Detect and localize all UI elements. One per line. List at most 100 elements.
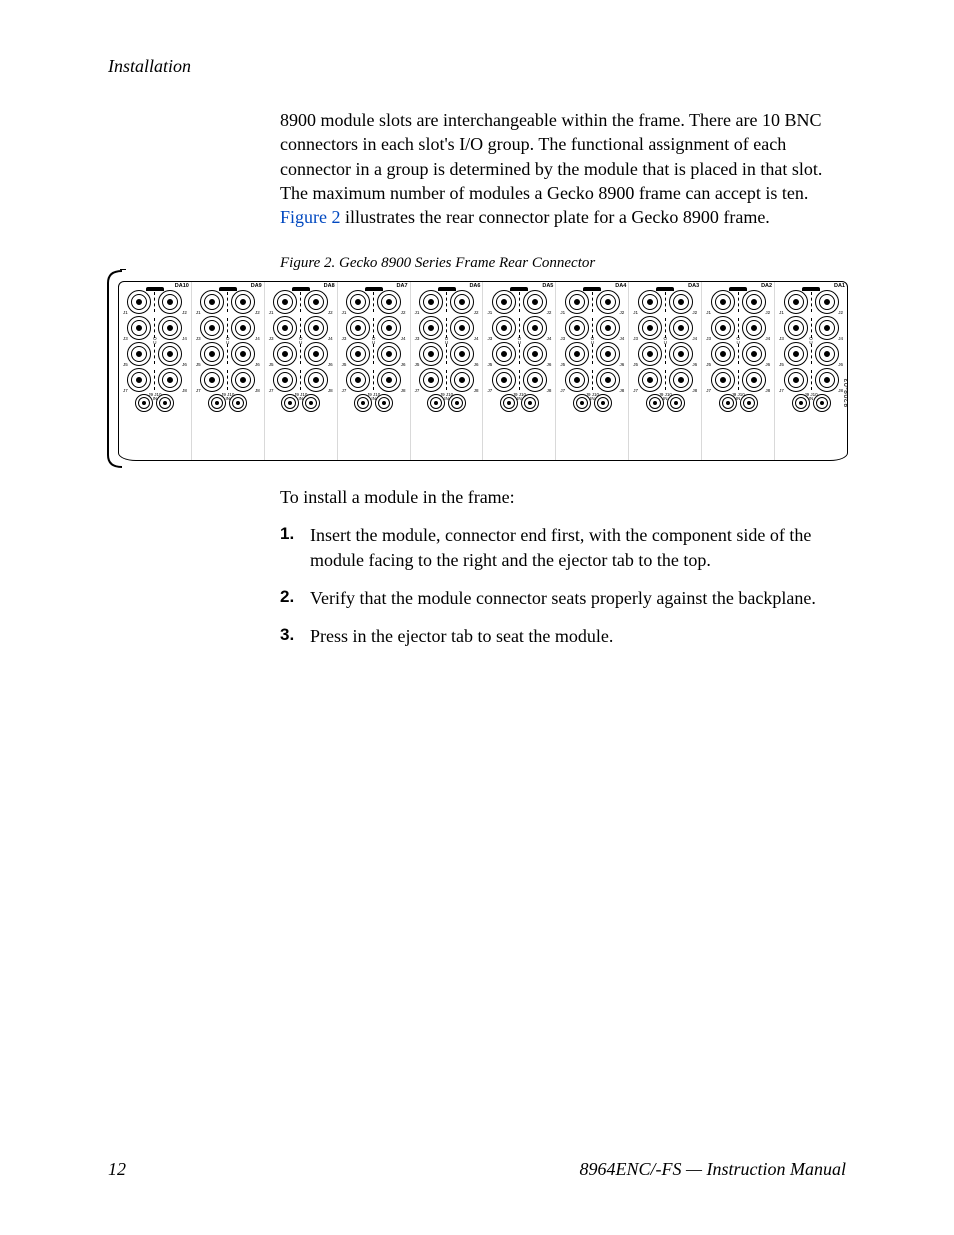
bnc-connector xyxy=(711,290,735,314)
jack-label: J5 xyxy=(560,362,565,367)
jack-label: J5 xyxy=(487,362,492,367)
connector-row: J7J9 J10J8 xyxy=(411,368,483,392)
divider xyxy=(227,344,228,364)
bnc-connector xyxy=(492,290,516,314)
bnc-connector xyxy=(500,394,518,412)
divider xyxy=(300,292,301,312)
instructions-list: Insert the module, connector end first, … xyxy=(280,523,850,648)
jack-label: J1 xyxy=(487,310,492,315)
bnc-connector xyxy=(638,342,662,366)
bnc-connector xyxy=(229,394,247,412)
connector-row: J1J2 xyxy=(702,290,774,314)
jack-label: J6 xyxy=(620,362,625,367)
jack-label: J8 xyxy=(620,388,625,393)
jack-label: J6 xyxy=(547,362,552,367)
jack-label: J6 xyxy=(328,362,333,367)
jack-label: J2 xyxy=(620,310,625,315)
connector-row: J5 J6 xyxy=(411,342,483,366)
bnc-connector xyxy=(304,368,328,392)
bnc-connector xyxy=(573,394,591,412)
bnc-connector xyxy=(669,316,693,340)
jack-label: J6 xyxy=(182,362,187,367)
bnc-connector xyxy=(375,394,393,412)
bnc-connector xyxy=(523,290,547,314)
divider xyxy=(300,370,301,390)
divider xyxy=(811,344,812,364)
bnc-connector xyxy=(492,316,516,340)
connector-slot: DA8J1J2J3OUJ4J5J6J7J9 J10J8IN xyxy=(264,282,337,460)
jack-label: J1 xyxy=(560,310,565,315)
divider xyxy=(592,292,593,312)
bnc-connector xyxy=(521,394,539,412)
jack-label: J4 xyxy=(620,336,625,341)
bnc-connector xyxy=(450,368,474,392)
jack-label: J1 xyxy=(342,310,347,315)
slot-label: DA8 xyxy=(324,283,335,289)
bnc-connector xyxy=(127,342,151,366)
connector-row: J1 J2 xyxy=(192,290,264,314)
jack-label: J7 xyxy=(779,388,784,393)
divider xyxy=(300,344,301,364)
intro-paragraph-pre: 8900 module slots are interchangeable wi… xyxy=(280,110,822,203)
ejector-tab-icon xyxy=(146,287,164,291)
ejector-tab-icon xyxy=(292,287,310,291)
ejector-tab-icon xyxy=(802,287,820,291)
bnc-connector xyxy=(742,290,766,314)
jack-label: J1 xyxy=(633,310,638,315)
bnc-connector xyxy=(127,368,151,392)
bnc-connector xyxy=(135,394,153,412)
jack-label: J7 xyxy=(196,388,201,393)
jack-label: J2 xyxy=(474,310,479,315)
jack-label: J6 xyxy=(255,362,260,367)
jack-label: J1 xyxy=(196,310,201,315)
connector-row: J5J6 xyxy=(338,342,410,366)
divider xyxy=(373,292,374,312)
intro-paragraph-post: illustrates the rear connector plate for… xyxy=(341,207,770,227)
slot-label: DA9 xyxy=(251,283,262,289)
divider xyxy=(592,318,593,338)
divider xyxy=(665,292,666,312)
figure-crossref-link[interactable]: Figure 2 xyxy=(280,207,341,227)
bnc-connector xyxy=(669,290,693,314)
bnc-connector xyxy=(273,342,297,366)
connector-row: J3OUJ4 xyxy=(556,316,628,340)
connector-row: J3OUJ4 xyxy=(775,316,847,340)
jack-label: J4 xyxy=(474,336,479,341)
connector-row: J5J6 xyxy=(702,342,774,366)
bnc-connector xyxy=(669,342,693,366)
jack-label: J6 xyxy=(692,362,697,367)
connector-row: J1 J2 xyxy=(556,290,628,314)
jack-label: J5 xyxy=(415,362,420,367)
jack-label: J7 xyxy=(415,388,420,393)
bnc-connector xyxy=(158,290,182,314)
divider xyxy=(446,370,447,390)
connector-row: J1J2 xyxy=(775,290,847,314)
jack-label: J2 xyxy=(255,310,260,315)
slot-label: DA5 xyxy=(542,283,553,289)
bnc-connector xyxy=(815,342,839,366)
divider xyxy=(665,344,666,364)
bnc-connector xyxy=(492,368,516,392)
bnc-connector xyxy=(304,290,328,314)
bnc-connector xyxy=(784,290,808,314)
connector-slot: DA9J1J2J3OUJ4J5J6J7J9 J10J8IN xyxy=(191,282,264,460)
jack-label: J4 xyxy=(401,336,406,341)
jack-label: J5 xyxy=(633,362,638,367)
connector-slot: DA10J1J2J3OUJ4J5J6J7J9 J10J8IN xyxy=(119,282,191,460)
ejector-tab-icon xyxy=(219,287,237,291)
slot-label: DA2 xyxy=(761,283,772,289)
jack-label: J5 xyxy=(196,362,201,367)
bnc-connector xyxy=(354,394,372,412)
connector-row-in: IN xyxy=(556,394,628,412)
bnc-connector xyxy=(815,290,839,314)
bnc-connector xyxy=(200,290,224,314)
bnc-connector xyxy=(419,368,443,392)
connector-row: J5 J6 xyxy=(192,342,264,366)
divider xyxy=(811,318,812,338)
bnc-connector xyxy=(302,394,320,412)
connector-row: J5 J6 xyxy=(556,342,628,366)
jack-label: J6 xyxy=(474,362,479,367)
jack-label: J5 xyxy=(779,362,784,367)
instructions-intro: To install a module in the frame: xyxy=(280,485,850,509)
jack-label: J3 xyxy=(269,336,274,341)
